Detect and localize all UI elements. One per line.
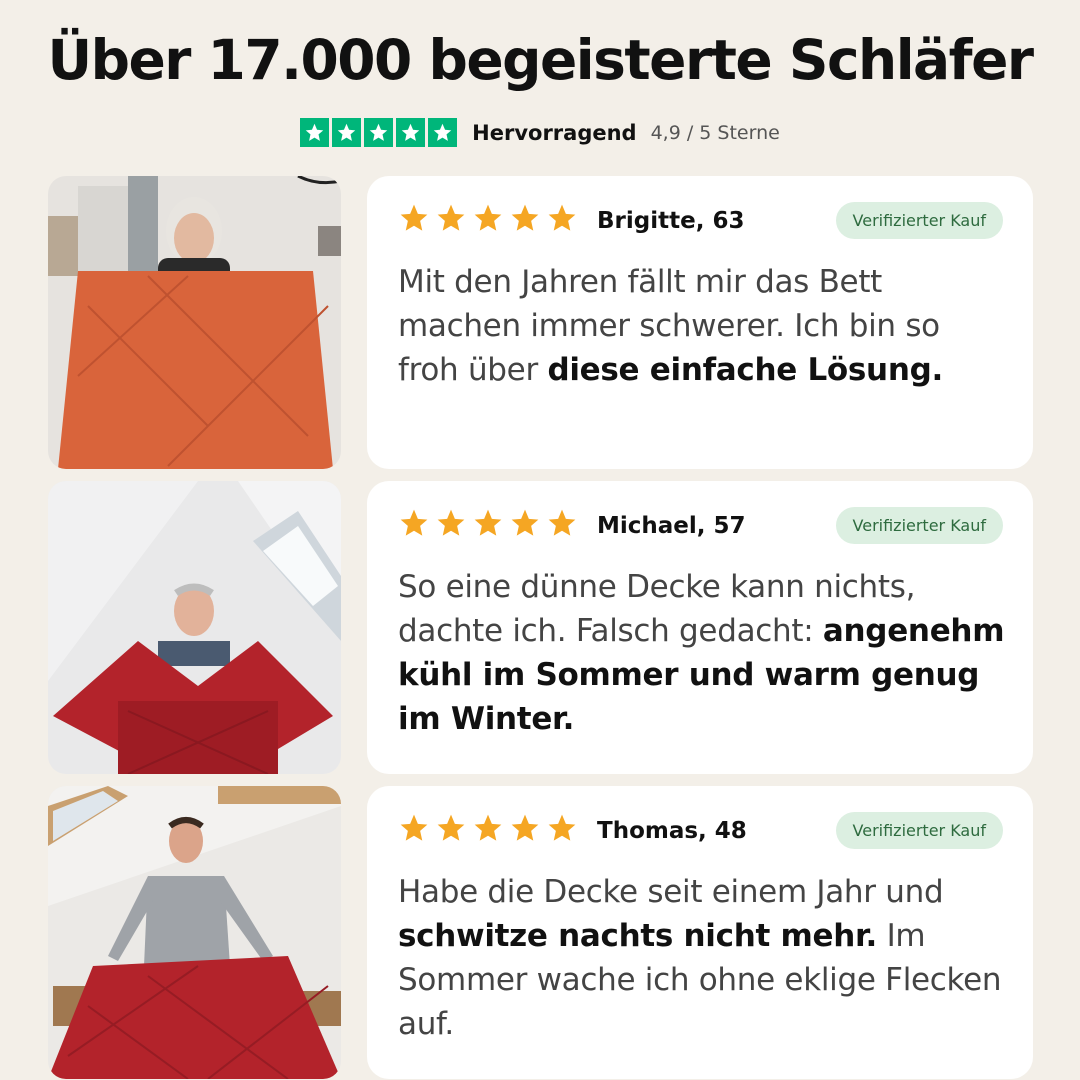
star-icon xyxy=(511,509,539,536)
reviewer-name: Brigitte, 63 xyxy=(597,208,745,234)
verified-badge: Verifizierter Kauf xyxy=(835,812,1003,849)
review-row: Michael, 57 Verifizierter Kauf So eine d… xyxy=(48,481,1033,774)
star-icon xyxy=(548,509,576,536)
trustpilot-star-icon xyxy=(428,118,458,147)
star-icon xyxy=(437,204,465,231)
star-icon xyxy=(400,509,428,536)
review-text: Mit den Jahren fällt mir das Bett machen… xyxy=(398,260,1008,392)
verified-badge: Verifizierter Kauf xyxy=(835,507,1003,544)
reviewer-name: Michael, 57 xyxy=(597,513,746,539)
review-text-bold: schwitze nachts nicht mehr. xyxy=(398,918,878,954)
review-stars xyxy=(398,507,578,539)
review-row: Thomas, 48 Verifizierter Kauf Habe die D… xyxy=(48,786,1033,1079)
star-icon xyxy=(474,509,502,536)
customer-photo xyxy=(48,176,341,469)
star-icon xyxy=(437,814,465,841)
customer-photo xyxy=(48,481,341,774)
trustpilot-rating: Hervorragend 4,9 / 5 Sterne xyxy=(0,118,1080,147)
trustpilot-stars xyxy=(300,118,458,147)
review-card: Michael, 57 Verifizierter Kauf So eine d… xyxy=(367,481,1033,774)
rating-label: Hervorragend xyxy=(472,120,637,145)
star-icon xyxy=(437,509,465,536)
star-icon xyxy=(548,204,576,231)
customer-photo xyxy=(48,786,341,1079)
review-text: So eine dünne Decke kann nichts, dachte … xyxy=(398,565,1008,741)
review-card: Brigitte, 63 Verifizierter Kauf Mit den … xyxy=(367,176,1033,469)
trustpilot-star-icon xyxy=(332,118,362,147)
star-icon xyxy=(400,814,428,841)
star-icon xyxy=(548,814,576,841)
review-stars xyxy=(398,202,578,234)
reviewer-name: Thomas, 48 xyxy=(597,818,747,844)
review-text-bold: diese einfache Lösung. xyxy=(547,352,943,388)
headline: Über 17.000 begeisterte Schläfer xyxy=(47,28,1034,92)
star-icon xyxy=(511,204,539,231)
trustpilot-star-icon xyxy=(396,118,426,147)
review-row: Brigitte, 63 Verifizierter Kauf Mit den … xyxy=(48,176,1033,469)
trustpilot-star-icon xyxy=(364,118,394,147)
star-icon xyxy=(474,204,502,231)
star-icon xyxy=(474,814,502,841)
review-text-regular: Habe die Decke seit einem Jahr und xyxy=(398,874,944,910)
rating-score: 4,9 / 5 Sterne xyxy=(650,121,780,144)
review-text: Habe die Decke seit einem Jahr und schwi… xyxy=(398,870,1008,1046)
verified-badge: Verifizierter Kauf xyxy=(835,202,1003,239)
review-card: Thomas, 48 Verifizierter Kauf Habe die D… xyxy=(367,786,1033,1079)
star-icon xyxy=(511,814,539,841)
star-icon xyxy=(400,204,428,231)
review-stars xyxy=(398,812,578,844)
trustpilot-star-icon xyxy=(300,118,330,147)
